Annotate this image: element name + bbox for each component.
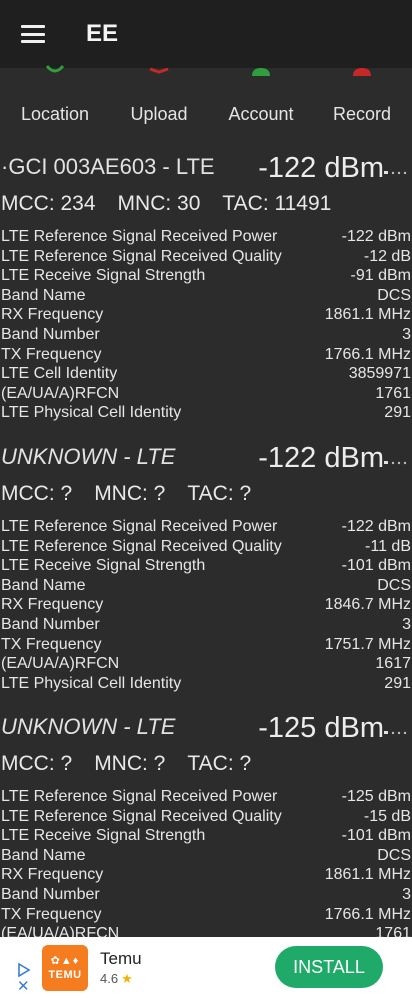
detail-row: LTE Reference Signal Received Quality -12… bbox=[1, 247, 411, 265]
detail-row: LTE Reference Signal Received Quality -11… bbox=[1, 537, 411, 555]
record-icon bbox=[351, 60, 373, 76]
cell-signal-dbm: -122 dBm bbox=[258, 152, 384, 184]
detail-row: Band Name DCS bbox=[1, 286, 411, 304]
cell-codes: MCC: ? MNC: ? TAC: ? bbox=[1, 482, 273, 506]
detail-row: Band Number 3 bbox=[1, 615, 411, 633]
detail-row: LTE Receive Signal Strength -91 dBm bbox=[1, 267, 411, 285]
location-icon bbox=[44, 60, 66, 76]
logo-glyphs: ✿▲♦ bbox=[50, 955, 80, 967]
mnc-value: MNC: ? bbox=[94, 482, 166, 505]
ad-app-name: Temu bbox=[100, 949, 142, 968]
tab-upload[interactable]: Upload bbox=[104, 67, 214, 130]
app-logo: ✿▲♦ TEMU bbox=[42, 945, 88, 991]
detail-row: LTE Receive Signal Strength -101 dBm bbox=[1, 827, 411, 845]
detail-row: LTE Reference Signal Received Quality -15… bbox=[1, 807, 411, 825]
upload-icon bbox=[148, 60, 170, 76]
app-bar: EE bbox=[0, 0, 412, 68]
close-icon[interactable]: ✕ bbox=[17, 979, 30, 994]
detail-row: Band Number 3 bbox=[1, 325, 411, 343]
cell-codes: MCC: 234 MNC: 30 TAC: 11491 bbox=[1, 192, 353, 216]
detail-row: Band Number 3 bbox=[1, 885, 411, 903]
install-button[interactable]: INSTALL bbox=[275, 946, 383, 988]
detail-row: TX Frequency 1751.7 MHz bbox=[1, 635, 411, 653]
mcc-value: MCC: ? bbox=[1, 482, 73, 505]
star-icon: ★ bbox=[121, 971, 133, 986]
detail-row: LTE Reference Signal Received Power -122 … bbox=[1, 518, 411, 535]
tab-record[interactable]: Record bbox=[307, 68, 412, 130]
tab-record-label: Record bbox=[332, 104, 392, 124]
tab-upload-label: Upload bbox=[130, 104, 188, 124]
cell-signal-dbm: -125 dBm bbox=[258, 712, 384, 744]
account-icon bbox=[250, 60, 272, 76]
detail-row: TX Frequency 1766.1 MHz bbox=[1, 345, 411, 363]
detail-row: Band Name DCS bbox=[1, 576, 411, 594]
ad-banner[interactable]: ✕ ✿▲♦ TEMU Temu 4.6 ★ INSTALL bbox=[0, 937, 412, 998]
detail-row: RX Frequency 1846.7 MHz bbox=[1, 596, 411, 614]
detail-row: LTE Physical Cell Identity 291 bbox=[1, 404, 411, 422]
ad-choices-icon[interactable] bbox=[17, 963, 31, 977]
cell-details: LTE Reference Signal Received Power -122 … bbox=[0, 517, 412, 693]
detail-row: LTE Reference Signal Received Power -125 … bbox=[1, 788, 411, 805]
tab-account-label: Account bbox=[228, 104, 294, 124]
ad-rating: 4.6 ★ bbox=[100, 971, 133, 986]
detail-row: LTE Reference Signal Received Power -122 … bbox=[1, 228, 411, 245]
signal-strength-icon bbox=[384, 171, 407, 175]
tab-account[interactable]: Account bbox=[206, 68, 316, 130]
mnc-value: MNC: ? bbox=[94, 752, 166, 775]
detail-row: LTE Physical Cell Identity 291 bbox=[1, 674, 411, 692]
tab-bar: Location Upload Account Record bbox=[0, 65, 412, 130]
mcc-value: MCC: 234 bbox=[1, 192, 96, 215]
cell-title: ·GCI 003AE603 - LTE bbox=[1, 154, 215, 179]
mnc-value: MNC: 30 bbox=[117, 192, 201, 215]
detail-row: LTE Cell Identity 3859971 bbox=[1, 365, 411, 383]
detail-row: Band Name DCS bbox=[1, 846, 411, 864]
cell-title: UNKNOWN - LTE bbox=[1, 714, 176, 739]
tac-value: TAC: ? bbox=[187, 752, 252, 775]
app-title: EE bbox=[86, 20, 119, 47]
tac-value: TAC: ? bbox=[187, 482, 252, 505]
detail-row: LTE Receive Signal Strength -101 dBm bbox=[1, 557, 411, 575]
cell-details: LTE Reference Signal Received Power -122 … bbox=[0, 227, 412, 423]
signal-strength-icon bbox=[384, 461, 407, 465]
mcc-value: MCC: ? bbox=[1, 752, 73, 775]
cell-signal-dbm: -122 dBm bbox=[258, 442, 384, 474]
tab-location[interactable]: Location bbox=[0, 65, 110, 130]
menu-icon[interactable] bbox=[21, 25, 45, 43]
cell-codes: MCC: ? MNC: ? TAC: ? bbox=[1, 752, 273, 776]
detail-row: RX Frequency 1861.1 MHz bbox=[1, 306, 411, 324]
cell-details: LTE Reference Signal Received Power -125 … bbox=[0, 787, 412, 944]
tac-value: TAC: 11491 bbox=[222, 192, 332, 215]
detail-row: RX Frequency 1861.1 MHz bbox=[1, 866, 411, 884]
detail-row: (EA/UA/A)RFCN 1617 bbox=[1, 655, 411, 673]
tab-location-label: Location bbox=[20, 104, 90, 124]
cell-title: UNKNOWN - LTE bbox=[1, 444, 176, 469]
detail-row: TX Frequency 1766.1 MHz bbox=[1, 905, 411, 923]
detail-row: (EA/UA/A)RFCN 1761 bbox=[1, 384, 411, 402]
signal-strength-icon bbox=[384, 731, 407, 735]
